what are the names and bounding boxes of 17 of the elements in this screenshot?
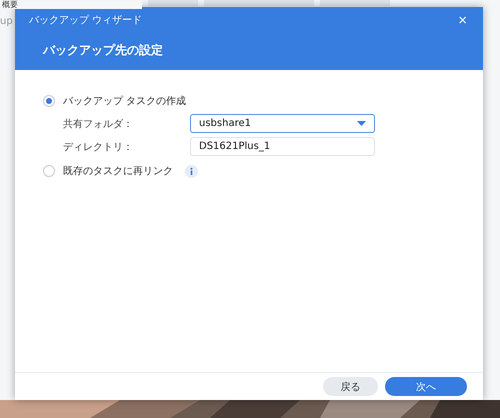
- input-field[interactable]: DS1621Plus_1: [190, 137, 375, 156]
- option-label: バックアップ タスクの作成: [63, 94, 186, 108]
- info-icon[interactable]: [185, 164, 198, 178]
- field-label: ディレクトリ：: [63, 140, 134, 154]
- radio-button[interactable]: [43, 165, 55, 177]
- sidebar-item[interactable]: 概要: [0, 0, 142, 9]
- window-title: バックアップ ウィザード: [29, 14, 142, 27]
- sidebar-text: up: [0, 16, 13, 27]
- back-button[interactable]: 戻る: [323, 377, 378, 396]
- dialog-heading: バックアップ先の設定: [43, 42, 163, 59]
- next-button[interactable]: 次へ: [385, 377, 467, 396]
- caret-icon: [357, 121, 366, 126]
- dropdown-field[interactable]: usbshare1: [190, 114, 375, 133]
- option-label: 既存のタスクに再リンク: [63, 165, 173, 178]
- field-label: 共有フォルダ：: [63, 118, 134, 130]
- close-button[interactable]: ×: [456, 12, 469, 28]
- radio-button[interactable]: [43, 95, 55, 107]
